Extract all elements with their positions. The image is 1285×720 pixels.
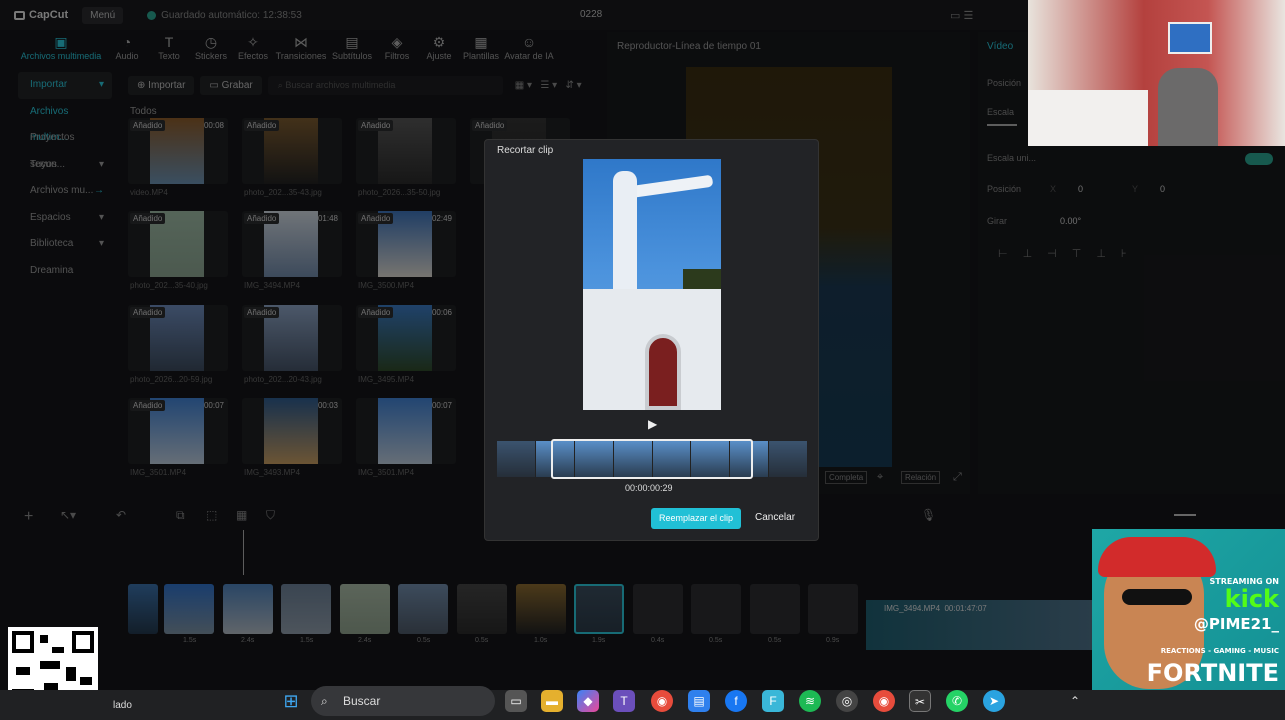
- cancel-button[interactable]: Cancelar: [755, 512, 795, 523]
- whatsapp-icon[interactable]: ✆: [946, 690, 968, 712]
- task-view-icon[interactable]: ▭: [505, 690, 527, 712]
- trim-clip-dialog: Recortar clip ▶ 00:00:00:29 Reemplazar e…: [484, 139, 819, 541]
- tags-text: REACTIONS - GAMING - MUSIC: [1160, 647, 1279, 655]
- person-shape: [1158, 68, 1218, 146]
- arch-shape: [645, 334, 681, 410]
- app-circle-icon[interactable]: ◎: [836, 690, 858, 712]
- avatar-cap: [1098, 537, 1216, 577]
- capcut-taskbar-icon[interactable]: ✂: [909, 690, 931, 712]
- taskbar-search-label: Buscar: [343, 694, 381, 708]
- capcut-window: CapCut Menú Guardado automático: 12:38:5…: [0, 0, 1285, 720]
- handle-text: @PIME21_: [1193, 615, 1279, 633]
- trim-timecode: 00:00:00:29: [625, 483, 673, 493]
- chevron-up-icon[interactable]: ⌃: [1064, 690, 1086, 712]
- copilot-icon[interactable]: ◆: [577, 690, 599, 712]
- taskbar-search[interactable]: ⌕ Buscar: [311, 686, 495, 716]
- qr-module: [52, 647, 64, 653]
- qr-module: [40, 635, 48, 643]
- app-icon[interactable]: F: [762, 690, 784, 712]
- clip-preview: [583, 159, 721, 410]
- taskbar-weather-text: lado: [113, 700, 132, 711]
- fortnite-text: FORTNITE: [1146, 659, 1279, 687]
- windows-start-icon[interactable]: ⊞: [280, 690, 302, 712]
- frame: [769, 441, 808, 477]
- chrome-icon[interactable]: ◉: [651, 690, 673, 712]
- play-icon[interactable]: ▶: [648, 417, 657, 431]
- search-icon: ⌕: [321, 694, 328, 708]
- qr-module: [66, 667, 76, 681]
- frame: [497, 441, 536, 477]
- qr-finder: [12, 631, 34, 653]
- qr-module: [40, 661, 60, 669]
- chrome-profile-icon[interactable]: ◉: [873, 690, 895, 712]
- desk-shape: [1028, 90, 1148, 146]
- store-icon[interactable]: ▤: [688, 690, 710, 712]
- trim-selection-handle[interactable]: [551, 439, 753, 479]
- kick-logo-text: kick: [1224, 585, 1279, 613]
- spotify-icon[interactable]: ≋: [799, 690, 821, 712]
- qr-finder: [72, 631, 94, 653]
- qr-module: [16, 667, 30, 675]
- tv-shape: [1168, 22, 1212, 54]
- replace-clip-button[interactable]: Reemplazar el clip: [651, 508, 741, 529]
- webcam-overlay: [1028, 0, 1285, 146]
- teams-icon[interactable]: T: [613, 690, 635, 712]
- telegram-icon[interactable]: ➤: [983, 690, 1005, 712]
- windows-taskbar: [0, 690, 1285, 720]
- statue-shape: [613, 171, 637, 291]
- avatar-glasses: [1122, 589, 1192, 605]
- facebook-icon[interactable]: f: [725, 690, 747, 712]
- qr-module: [80, 677, 92, 685]
- file-explorer-icon[interactable]: ▬: [541, 690, 563, 712]
- dialog-title: Recortar clip: [497, 145, 554, 156]
